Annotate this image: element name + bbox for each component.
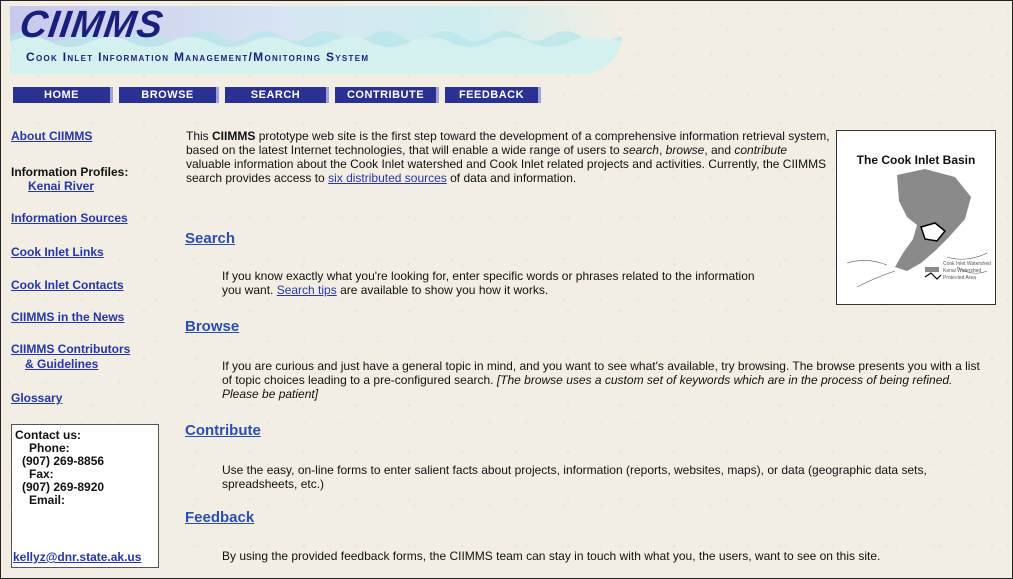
map-legend: Cook Inlet Watershed Kenai Watershed Pro… <box>929 261 991 282</box>
intro-search-em: search <box>622 143 659 157</box>
page-frame: CIIMMS Cook Inlet Information Management… <box>0 0 1013 579</box>
ciimms-logo: CIIMMS <box>17 6 167 46</box>
search-text: are available to show you how it works. <box>336 283 549 297</box>
intro-paragraph: This CIIMMS prototype web site is the fi… <box>186 129 831 185</box>
intro-text: of data and information. <box>446 171 577 185</box>
nav-browse-button[interactable]: BROWSE <box>119 87 219 103</box>
intro-browse-em: browse <box>665 143 705 157</box>
contribute-section-text: Use the easy, on-line forms to enter sal… <box>222 463 927 491</box>
sidebar-item-about[interactable]: About CIIMMS <box>11 129 92 143</box>
sidebar-item-cook-inlet-links[interactable]: Cook Inlet Links <box>11 245 104 259</box>
sidebar-item-news[interactable]: CIIMMS in the News <box>11 310 124 324</box>
intro-contribute-em: contribute <box>734 143 788 157</box>
legend-item: Kenai Watershed <box>943 268 982 274</box>
contact-box: Contact us: Phone: (907) 269-8856 Fax: (… <box>11 424 159 568</box>
contribute-section-heading[interactable]: Contribute <box>185 422 261 439</box>
search-section-text: If you know exactly what you're looking … <box>222 269 762 297</box>
feedback-section-text: By using the provided feedback forms, th… <box>222 549 881 563</box>
search-section-heading[interactable]: Search <box>185 230 235 247</box>
header-banner: CIIMMS Cook Inlet Information Management… <box>10 6 622 74</box>
intro-text: , <box>658 143 666 157</box>
nav-contribute-button[interactable]: CONTRIBUTE <box>335 87 439 103</box>
nav-feedback-button[interactable]: FEEDBACK <box>445 87 541 103</box>
map-title: The Cook Inlet Basin <box>856 153 976 167</box>
browse-section-heading[interactable]: Browse <box>185 318 239 335</box>
legend-item: Cook Inlet Watershed <box>943 261 991 267</box>
cook-inlet-map-panel: The Cook Inlet Basin Cook Inlet Watershe… <box>836 130 996 305</box>
browse-section-text: If you are curious and just have a gener… <box>222 359 982 401</box>
intro-ciimms-bold: CIIMMS <box>212 129 256 143</box>
feedback-section-heading[interactable]: Feedback <box>185 509 254 526</box>
search-tips-link[interactable]: Search tips <box>277 283 337 297</box>
six-sources-link[interactable]: six distributed sources <box>328 171 447 185</box>
nav-search-button[interactable]: SEARCH <box>225 87 329 103</box>
sidebar-item-glossary[interactable]: Glossary <box>11 391 62 405</box>
sidebar-item-kenai-river[interactable]: Kenai River <box>28 179 94 193</box>
nav-home-button[interactable]: HOME <box>13 87 113 103</box>
intro-text: This <box>186 129 213 143</box>
sidebar-profiles-label: Information Profiles: <box>11 165 129 179</box>
sidebar-item-information-sources[interactable]: Information Sources <box>11 211 128 225</box>
email-label: Email: <box>29 493 66 507</box>
contact-email-link[interactable]: kellyz@dnr.state.ak.us <box>13 551 141 564</box>
sidebar-item-guidelines[interactable]: & Guidelines <box>25 357 98 371</box>
site-tagline: Cook Inlet Information Management/Monito… <box>26 50 370 64</box>
legend-item: Protected Area <box>943 275 977 281</box>
top-nav: HOME BROWSE SEARCH CONTRIBUTE FEEDBACK <box>13 87 547 103</box>
sidebar-item-contributors[interactable]: CIIMMS Contributors <box>11 342 130 356</box>
intro-text: , and <box>704 143 735 157</box>
sidebar-item-cook-inlet-contacts[interactable]: Cook Inlet Contacts <box>11 278 124 292</box>
